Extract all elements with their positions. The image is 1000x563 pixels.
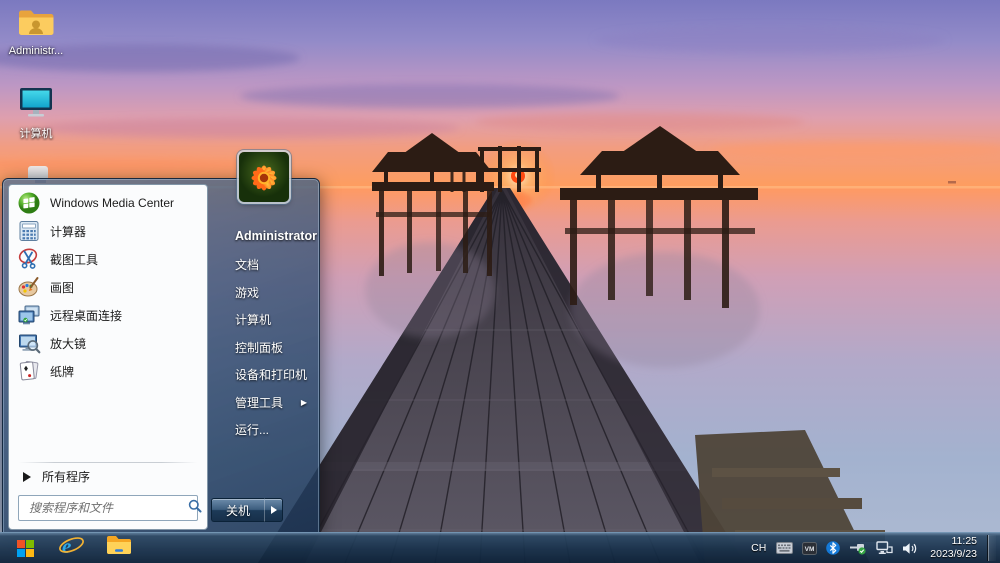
start-menu-program-list: Windows Media Center 计算器 截图工具 画图 远程桌面连接 … <box>9 189 207 385</box>
start-menu-program-item[interactable]: 纸牌 <box>9 357 207 385</box>
submenu-arrow-icon: ▶ <box>301 398 307 407</box>
taskbar: e CH <box>0 532 1000 563</box>
all-programs-button[interactable]: 所有程序 <box>9 463 207 490</box>
shutdown-button[interactable]: 关机 <box>211 498 264 522</box>
start-button[interactable] <box>10 535 40 561</box>
all-programs-arrow-icon <box>23 472 31 482</box>
start-menu-program-item[interactable]: 画图 <box>9 273 207 301</box>
paint-icon <box>17 275 41 299</box>
safely-remove-hardware-icon[interactable] <box>848 539 868 557</box>
bluetooth-icon[interactable] <box>825 539 841 557</box>
volume-icon[interactable] <box>901 540 919 557</box>
start-menu-place-item[interactable]: 计算机 ▶ <box>207 306 315 334</box>
shutdown-options-button[interactable] <box>264 498 283 522</box>
start-menu-program-item[interactable]: 放大镜 <box>9 329 207 357</box>
ime-language-indicator[interactable]: CH <box>749 540 768 556</box>
shutdown-label: 关机 <box>226 502 250 519</box>
start-menu-place-item[interactable]: 控制面板 ▶ <box>207 334 315 362</box>
folder-icon <box>106 535 132 561</box>
clock-date: 2023/9/23 <box>930 548 977 561</box>
taskbar-file-explorer-button[interactable] <box>102 535 136 561</box>
start-menu: Windows Media Center 计算器 截图工具 画图 远程桌面连接 … <box>2 178 320 534</box>
windows-desktop: Administr... 计算机 Windows Media Center 计算… <box>0 0 1000 563</box>
place-item-label: 管理工具 <box>235 394 301 411</box>
shutdown-controls: 关机 <box>211 498 283 522</box>
start-menu-left-panel: Windows Media Center 计算器 截图工具 画图 远程桌面连接 … <box>8 184 208 530</box>
place-item-label: 控制面板 <box>235 339 309 356</box>
clock-time: 11:25 <box>930 535 977 548</box>
program-item-label: 计算器 <box>50 223 86 240</box>
user-folder-icon <box>17 25 55 42</box>
start-menu-right-panel: Administrator 文档 ▶ 游戏 ▶ 计算机 ▶ 控制面板 ▶ 设备和… <box>207 179 315 533</box>
system-tray: CH VM <box>749 535 1000 561</box>
user-name[interactable]: Administrator <box>207 221 315 251</box>
start-menu-place-item[interactable]: 设备和打印机 ▶ <box>207 361 315 389</box>
desktop-icon-label: Administr... <box>4 45 68 57</box>
remote-desktop-icon <box>17 303 41 327</box>
place-item-label: 运行... <box>235 421 309 438</box>
start-menu-program-item[interactable]: 远程桌面连接 <box>9 301 207 329</box>
media-center-icon <box>17 191 41 215</box>
start-menu-program-item[interactable]: Windows Media Center <box>9 189 207 217</box>
program-item-label: 远程桌面连接 <box>50 307 122 324</box>
place-item-label: 计算机 <box>235 311 309 328</box>
place-item-label: 设备和打印机 <box>235 366 309 383</box>
search-icon[interactable] <box>188 499 202 518</box>
magnifier-icon <box>17 331 41 355</box>
program-item-label: 纸牌 <box>50 363 74 380</box>
computer-icon <box>17 105 55 122</box>
start-menu-places-list: 文档 ▶ 游戏 ▶ 计算机 ▶ 控制面板 ▶ 设备和打印机 ▶ 管理工具 ▶ 运… <box>207 251 315 444</box>
internet-explorer-icon: e <box>58 534 85 563</box>
svg-text:VM: VM <box>805 546 815 553</box>
start-menu-place-item[interactable]: 游戏 ▶ <box>207 279 315 307</box>
desktop-icon-label: 计算机 <box>4 125 68 141</box>
calculator-icon <box>17 219 41 243</box>
taskbar-left: e <box>0 535 136 561</box>
program-item-label: 画图 <box>50 279 74 296</box>
taskbar-internet-explorer-button[interactable]: e <box>54 535 88 561</box>
keyboard-layout-icon[interactable] <box>775 540 794 556</box>
place-item-label: 游戏 <box>235 284 309 301</box>
start-menu-place-item[interactable]: 文档 ▶ <box>207 251 315 279</box>
program-item-label: Windows Media Center <box>50 196 174 210</box>
start-menu-program-item[interactable]: 计算器 <box>9 217 207 245</box>
solitaire-icon <box>17 359 41 383</box>
taskbar-clock[interactable]: 11:25 2023/9/23 <box>930 535 977 561</box>
vm-tools-icon[interactable]: VM <box>801 540 818 557</box>
search-input[interactable] <box>27 500 188 516</box>
all-programs-label: 所有程序 <box>42 468 90 485</box>
windows-logo-icon <box>17 540 34 557</box>
network-icon[interactable] <box>875 539 894 557</box>
desktop-icon-computer[interactable]: 计算机 <box>4 86 68 141</box>
desktop-icon-administrator-folder[interactable]: Administr... <box>4 8 68 57</box>
start-menu-place-item[interactable]: 运行... ▶ <box>207 416 315 444</box>
program-item-label: 放大镜 <box>50 335 86 352</box>
svg-text:e: e <box>62 534 71 558</box>
start-menu-program-item[interactable]: 截图工具 <box>9 245 207 273</box>
show-desktop-button[interactable] <box>987 535 996 561</box>
start-menu-place-item[interactable]: 管理工具 ▶ <box>207 389 315 417</box>
program-item-label: 截图工具 <box>50 251 98 268</box>
place-item-label: 文档 <box>235 256 309 273</box>
start-menu-search-box <box>18 495 198 521</box>
shutdown-options-arrow-icon <box>271 506 277 514</box>
snipping-tool-icon <box>17 247 41 271</box>
